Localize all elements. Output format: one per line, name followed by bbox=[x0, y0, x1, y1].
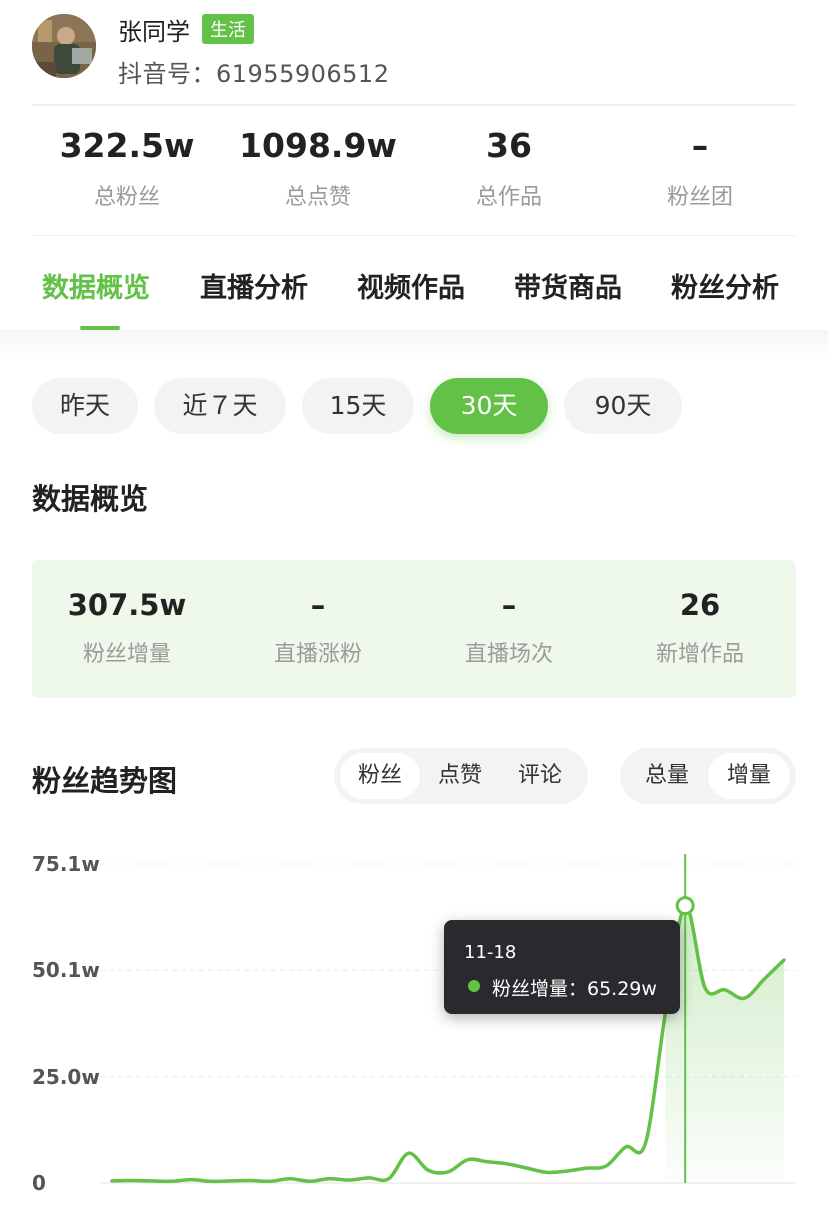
chart-tooltip: 11-18 粉丝增量：65.29w bbox=[444, 920, 680, 1014]
mode-total[interactable]: 总量 bbox=[626, 753, 708, 799]
profile-name: 张同学 bbox=[118, 18, 190, 46]
filter-yesterday[interactable]: 昨天 bbox=[32, 378, 138, 434]
data-point[interactable] bbox=[482, 1156, 494, 1168]
y-tick-label: 75.1w bbox=[32, 852, 100, 876]
data-point[interactable] bbox=[738, 992, 750, 1004]
y-tick-label: 25.0w bbox=[32, 1065, 100, 1089]
data-point[interactable] bbox=[284, 1173, 296, 1185]
stat-fan-club: – 粉丝团 bbox=[605, 126, 795, 211]
overview-live-fans: – 直播涨粉 bbox=[223, 588, 413, 668]
tab-products[interactable]: 带货商品 bbox=[514, 266, 622, 305]
y-tick-label: 50.1w bbox=[32, 958, 100, 982]
data-point[interactable] bbox=[580, 1162, 592, 1174]
data-point[interactable] bbox=[561, 1165, 573, 1177]
data-point[interactable] bbox=[620, 1141, 632, 1153]
data-point[interactable] bbox=[640, 1137, 652, 1149]
main-tabs: 数据概览 直播分析 视频作品 带货商品 粉丝分析 bbox=[0, 240, 828, 330]
overview-value: 26 bbox=[679, 588, 721, 622]
fan-trend-chart[interactable]: 0 25.0w 50.1w 75.1w bbox=[0, 820, 828, 1228]
data-point[interactable] bbox=[541, 1166, 553, 1178]
chart-canvas: 0 25.0w 50.1w 75.1w bbox=[32, 852, 796, 1195]
tab-fan-analysis[interactable]: 粉丝分析 bbox=[671, 266, 779, 305]
stat-label: 总粉丝 bbox=[93, 185, 160, 210]
data-point[interactable] bbox=[600, 1160, 612, 1172]
stat-value: – bbox=[691, 126, 709, 165]
tab-live-analysis[interactable]: 直播分析 bbox=[200, 266, 308, 305]
stat-total-works: 36 总作品 bbox=[414, 126, 604, 211]
mode-increment[interactable]: 增量 bbox=[708, 753, 790, 799]
metric-comments[interactable]: 评论 bbox=[500, 753, 580, 799]
filter-30-days[interactable]: 30天 bbox=[430, 378, 548, 434]
y-tick-label: 0 bbox=[32, 1171, 46, 1195]
data-point[interactable] bbox=[402, 1147, 414, 1159]
data-point[interactable] bbox=[323, 1173, 335, 1185]
douyin-id: 抖音号：61955906512 bbox=[118, 60, 390, 88]
data-point[interactable] bbox=[462, 1154, 474, 1166]
tab-video-works[interactable]: 视频作品 bbox=[357, 266, 465, 305]
overview-label: 直播场次 bbox=[464, 642, 553, 667]
category-badge: 生活 bbox=[202, 14, 254, 44]
data-point[interactable] bbox=[442, 1166, 454, 1178]
data-point[interactable] bbox=[106, 1175, 118, 1187]
stat-label: 总作品 bbox=[475, 185, 542, 210]
overview-value: 307.5w bbox=[67, 588, 187, 622]
data-point[interactable] bbox=[501, 1158, 513, 1170]
profile-header: 张同学 生活 抖音号：61955906512 bbox=[32, 10, 796, 106]
data-point[interactable] bbox=[225, 1175, 237, 1187]
stat-total-likes: 1098.9w 总点赞 bbox=[223, 126, 413, 211]
data-point[interactable] bbox=[699, 982, 711, 994]
section-divider bbox=[0, 330, 828, 358]
trend-mode-switch: 总量 增量 bbox=[620, 748, 796, 804]
overview-value: – bbox=[310, 588, 326, 622]
data-point[interactable] bbox=[264, 1175, 276, 1187]
data-point[interactable] bbox=[383, 1173, 395, 1185]
stat-value: 322.5w bbox=[59, 126, 195, 165]
data-point[interactable] bbox=[422, 1164, 434, 1176]
overview-card: 307.5w 粉丝增量 – 直播涨粉 – 直播场次 26 新增作品 bbox=[32, 560, 796, 698]
overview-live-sessions: – 直播场次 bbox=[414, 588, 604, 668]
data-point[interactable] bbox=[719, 984, 731, 996]
stat-label: 总点赞 bbox=[284, 185, 351, 210]
account-stats: 322.5w 总粉丝 1098.9w 总点赞 36 总作品 – 粉丝团 bbox=[32, 108, 796, 236]
stat-value: 1098.9w bbox=[239, 126, 397, 165]
active-data-point[interactable] bbox=[675, 896, 695, 916]
stat-total-fans: 322.5w 总粉丝 bbox=[32, 126, 222, 211]
tooltip-date: 11-18 bbox=[464, 942, 517, 963]
data-point[interactable] bbox=[165, 1175, 177, 1187]
stat-label: 粉丝团 bbox=[666, 185, 733, 210]
overview-new-works: 26 新增作品 bbox=[605, 588, 795, 668]
data-point[interactable] bbox=[146, 1175, 158, 1187]
overview-title: 数据概览 bbox=[32, 482, 149, 516]
data-point[interactable] bbox=[304, 1175, 316, 1187]
data-point[interactable] bbox=[363, 1172, 375, 1184]
data-point[interactable] bbox=[126, 1174, 138, 1186]
filter-7-days[interactable]: 近７天 bbox=[154, 378, 286, 434]
data-point[interactable] bbox=[185, 1174, 197, 1186]
data-point[interactable] bbox=[758, 973, 770, 985]
overview-label: 直播涨粉 bbox=[273, 642, 362, 667]
overview-fan-growth: 307.5w 粉丝增量 bbox=[32, 588, 222, 668]
tooltip-value: 粉丝增量：65.29w bbox=[492, 978, 657, 1000]
trend-title: 粉丝趋势图 bbox=[32, 764, 178, 798]
series-dot-icon bbox=[468, 980, 480, 992]
data-point[interactable] bbox=[244, 1174, 256, 1186]
trend-metric-switch: 粉丝 点赞 评论 bbox=[334, 748, 588, 804]
metric-fans[interactable]: 粉丝 bbox=[340, 753, 420, 799]
data-point[interactable] bbox=[343, 1174, 355, 1186]
filter-90-days[interactable]: 90天 bbox=[564, 378, 682, 434]
data-point[interactable] bbox=[205, 1175, 217, 1187]
stat-value: 36 bbox=[486, 126, 532, 165]
avatar[interactable] bbox=[32, 14, 96, 78]
overview-label: 粉丝增量 bbox=[82, 642, 171, 667]
overview-value: – bbox=[501, 588, 517, 622]
data-point[interactable] bbox=[521, 1162, 533, 1174]
data-point[interactable] bbox=[778, 954, 790, 966]
date-range-filters: 昨天 近７天 15天 30天 90天 bbox=[32, 378, 732, 436]
tab-data-overview[interactable]: 数据概览 bbox=[42, 266, 150, 305]
overview-label: 新增作品 bbox=[655, 642, 744, 667]
metric-likes[interactable]: 点赞 bbox=[420, 753, 500, 799]
filter-15-days[interactable]: 15天 bbox=[302, 378, 414, 434]
series-area bbox=[665, 905, 784, 1183]
